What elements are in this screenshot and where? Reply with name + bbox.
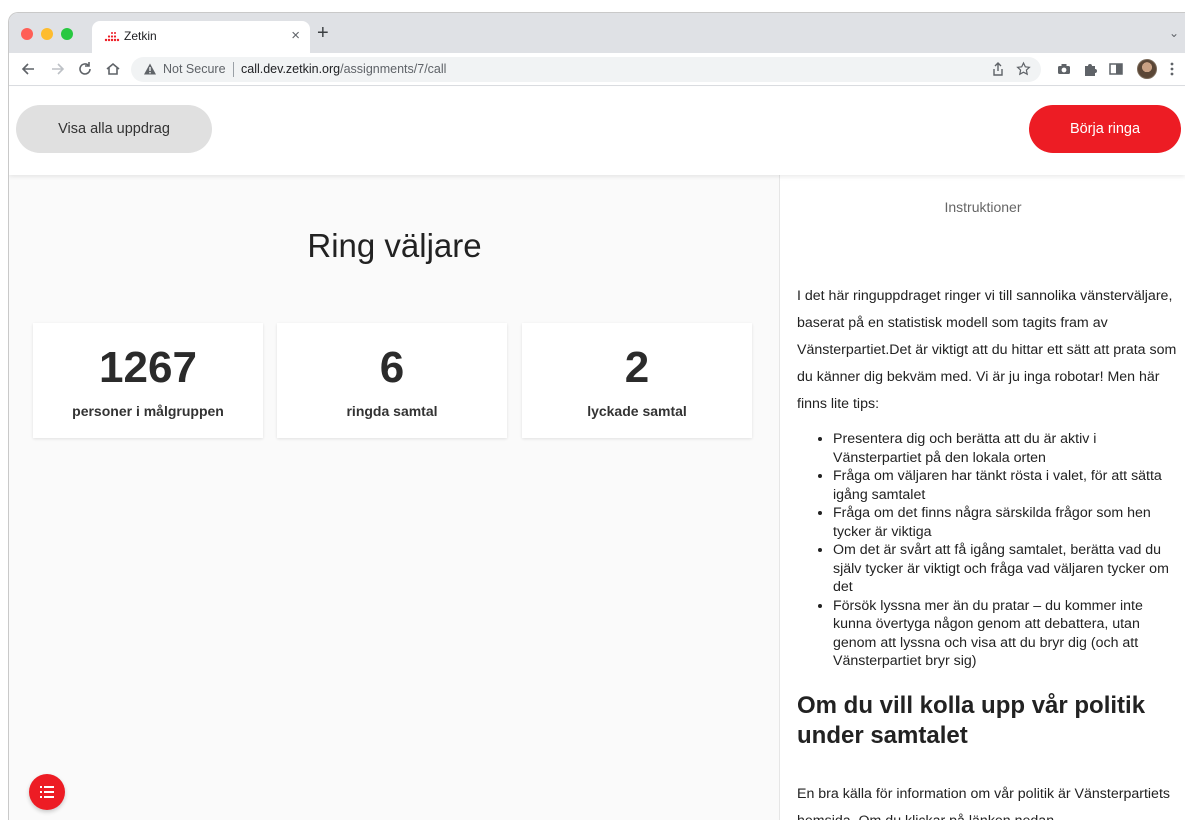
camera-icon[interactable] [1055, 60, 1073, 78]
tab-zetkin[interactable]: Zetkin × [92, 21, 310, 53]
stat-value: 2 [624, 343, 650, 392]
list-item: Om det är svårt att få igång samtalet, b… [833, 541, 1179, 597]
stat-value: 1267 [99, 343, 197, 392]
arrow-left-icon[interactable] [19, 59, 39, 79]
list-item: Fråga om väljaren har tänkt rösta i vale… [833, 467, 1179, 504]
call-list-button[interactable] [29, 774, 65, 810]
list-item: Försök lyssna mer än du pratar – du komm… [833, 597, 1179, 671]
sidebar-title: Instruktioner [944, 199, 1022, 215]
share-icon[interactable] [991, 61, 1005, 77]
stat-label: lyckade samtal [587, 403, 687, 419]
tips-list: Presentera dig och berätta att du är akt… [797, 430, 1179, 671]
instructions-outro: En bra källa för information om vår poli… [797, 785, 1170, 820]
list-icon [40, 786, 54, 798]
stat-card-target-group: 1267 personer i målgruppen [33, 323, 263, 438]
start-calling-button[interactable]: Börja ringa [1029, 105, 1181, 153]
show-all-assignments-button[interactable]: Visa alla uppdrag [16, 105, 212, 153]
app-content: Visa alla uppdrag Börja ringa Ring välja… [9, 87, 1185, 820]
maximize-window-button[interactable] [61, 28, 73, 40]
security-label[interactable]: Not Secure [163, 62, 226, 76]
browser-toolbar: Not Secure call.dev.zetkin.org/assignmen… [9, 53, 1185, 86]
stat-label: personer i målgruppen [72, 403, 224, 419]
instructions-sidebar: Instruktioner I det här ringuppdraget ri… [781, 175, 1185, 820]
app-header: Visa alla uppdrag Börja ringa [9, 87, 1185, 175]
kebab-menu-icon[interactable] [1163, 60, 1181, 78]
star-icon[interactable] [1016, 61, 1031, 77]
url-text[interactable]: call.dev.zetkin.org/assignments/7/call [241, 62, 446, 76]
url-separator [233, 62, 234, 77]
tab-title: Zetkin [124, 29, 157, 43]
zetkin-favicon-icon [104, 32, 120, 42]
instructions-intro: I det här ringuppdraget ringer vi till s… [797, 288, 1177, 412]
puzzle-icon[interactable] [1081, 60, 1099, 78]
list-item: Fråga om det finns några särskilda frågo… [833, 504, 1179, 541]
new-tab-button[interactable]: + [317, 23, 329, 43]
minimize-window-button[interactable] [41, 28, 53, 40]
close-window-button[interactable] [21, 28, 33, 40]
browser-window: Zetkin × + ⌄ Not Secure call.dev.zetkin.… [8, 12, 1185, 820]
stat-card-calls-made: 6 ringda samtal [277, 323, 507, 438]
stat-label: ringda samtal [346, 403, 438, 419]
stat-card-successful-calls: 2 lyckade samtal [522, 323, 752, 438]
instructions-content: I det här ringuppdraget ringer vi till s… [797, 283, 1179, 820]
address-bar[interactable]: Not Secure call.dev.zetkin.org/assignmen… [131, 57, 1041, 82]
url-host: call.dev.zetkin.org [241, 62, 341, 76]
politics-heading: Om du vill kolla upp vår politik under s… [797, 691, 1146, 749]
chevron-down-icon[interactable]: ⌄ [1169, 26, 1179, 40]
tab-close-icon[interactable]: × [291, 27, 300, 45]
arrow-right-icon[interactable] [47, 59, 67, 79]
url-path: /assignments/7/call [340, 62, 447, 76]
page-title: Ring väljare [307, 227, 482, 264]
list-item: Presentera dig och berätta att du är akt… [833, 430, 1179, 467]
avatar[interactable] [1137, 59, 1157, 79]
stat-value: 6 [379, 343, 405, 392]
main-panel: Ring väljare 1267 personer i målgruppen … [9, 175, 780, 820]
reload-icon[interactable] [75, 59, 95, 79]
warning-icon[interactable] [143, 62, 157, 76]
tab-strip: Zetkin × + ⌄ [9, 13, 1185, 53]
side-panel-icon[interactable] [1107, 60, 1125, 78]
home-icon[interactable] [103, 59, 123, 79]
